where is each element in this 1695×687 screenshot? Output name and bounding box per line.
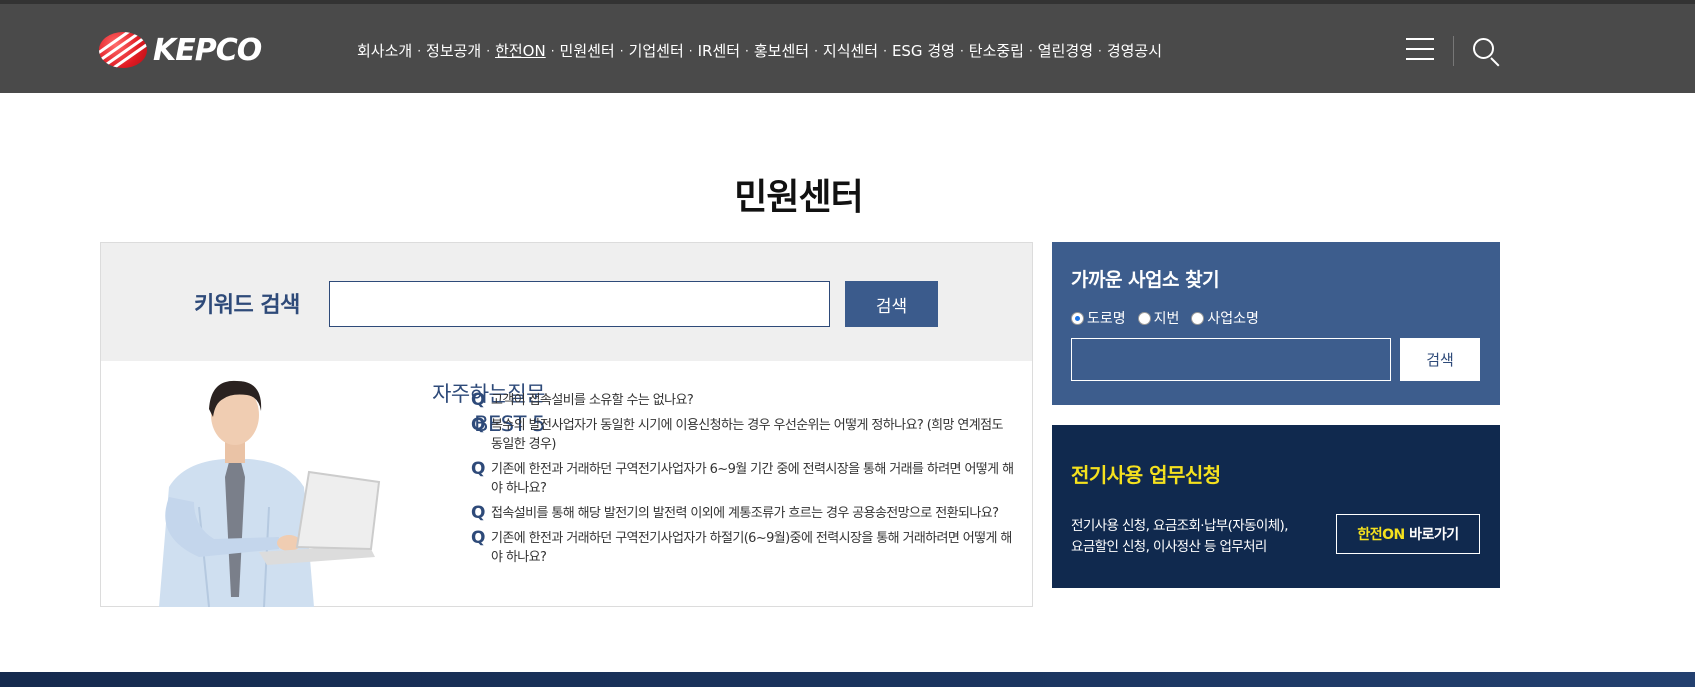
faq-question: 복수의 발전사업자가 동일한 시기에 이용신청하는 경우 우선순위는 어떻게 정… [491, 418, 1003, 452]
button-highlight-text: 한전ON [1357, 527, 1405, 543]
keyword-search-label: 키워드 검색 [194, 293, 300, 318]
radio-lot-number[interactable]: 지번 [1137, 308, 1180, 328]
q-icon: Q [471, 415, 485, 435]
keyword-faq-panel: 키워드 검색 검색 자주하는질문 BEST 5 Q 고객이 접속설비를 소유할 … [100, 242, 1033, 607]
kepco-logo[interactable]: KEPCO [99, 32, 262, 68]
q-icon: Q [471, 390, 485, 410]
faq-item[interactable]: Q 기존에 한전과 거래하던 구역전기사업자가 하절기(6~9월)중에 전력시장을… [471, 529, 1016, 567]
search-icon[interactable] [1473, 38, 1503, 68]
radio-label: 지번 [1153, 311, 1180, 327]
radio-label: 도로명 [1087, 311, 1126, 327]
radio-unchecked-icon[interactable] [1137, 311, 1151, 325]
kepco-logo-mark-icon [99, 32, 147, 68]
nav-item-kepco-on[interactable]: 한전ON [495, 40, 546, 61]
near-office-search-button[interactable]: 검색 [1400, 338, 1480, 381]
nav-separator: · [486, 43, 491, 58]
keyword-search-button[interactable]: 검색 [845, 281, 938, 327]
nav-item-carbon[interactable]: 탄소중립 [969, 40, 1024, 61]
electric-service-apply-panel: 전기사용 업무신청 전기사용 신청, 요금조회·납부(자동이체), 요금할인 신… [1052, 425, 1500, 588]
apply-description: 전기사용 신청, 요금조회·납부(자동이체), 요금할인 신청, 이사정산 등 … [1071, 516, 1331, 558]
near-office-title: 가까운 사업소 찾기 [1071, 269, 1220, 291]
nav-separator: · [417, 43, 422, 58]
nav-item-company[interactable]: 회사소개 [357, 40, 412, 61]
nav-separator: · [688, 43, 693, 58]
header-divider [1453, 36, 1454, 66]
nav-separator: · [1028, 43, 1033, 58]
hamburger-menu-icon[interactable] [1406, 38, 1434, 60]
radio-label: 사업소명 [1207, 311, 1259, 327]
nav-separator: · [619, 43, 624, 58]
nav-item-disclosure[interactable]: 정보공개 [426, 40, 481, 61]
nav-item-pr[interactable]: 홍보센터 [754, 40, 809, 61]
address-type-radio-group: 도로명 지번 사업소명 [1071, 308, 1271, 328]
global-nav: 회사소개 · 정보공개 · 한전ON · 민원센터 · 기업센터 · IR센터 … [357, 40, 1162, 61]
keyword-search-input[interactable] [329, 281, 830, 327]
nav-separator: · [883, 43, 887, 58]
nav-separator: · [1098, 43, 1102, 58]
radio-unchecked-icon[interactable] [1191, 311, 1205, 325]
logo-text: KEPCO [153, 32, 262, 68]
apply-desc-line2: 요금할인 신청, 이사정산 등 업무처리 [1071, 539, 1267, 555]
nav-item-civil[interactable]: 민원센터 [560, 40, 615, 61]
nav-separator: · [814, 43, 818, 58]
radio-road-name[interactable]: 도로명 [1071, 308, 1126, 328]
faq-question: 고객이 접속설비를 소유할 수는 없나요? [491, 393, 694, 408]
nav-item-knowledge[interactable]: 지식센터 [823, 40, 878, 61]
radio-office-name[interactable]: 사업소명 [1191, 308, 1259, 328]
faq-area: 자주하는질문 BEST 5 Q 고객이 접속설비를 소유할 수는 없나요? Q 복수… [101, 361, 1032, 607]
faq-question: 기존에 한전과 거래하던 구역전기사업자가 6~9월 기간 중에 전력시장을 통… [491, 462, 1014, 496]
faq-question: 기존에 한전과 거래하던 구역전기사업자가 하절기(6~9월)중에 전력시장을 … [491, 531, 1012, 565]
button-text: 바로가기 [1404, 527, 1459, 543]
keyword-search-area: 키워드 검색 검색 [101, 243, 1032, 361]
faq-item[interactable]: Q 복수의 발전사업자가 동일한 시기에 이용신청하는 경우 우선순위는 어떻게 … [471, 416, 1016, 454]
nav-separator: · [745, 43, 749, 58]
kepco-on-shortcut-button[interactable]: 한전ON 바로가기 [1336, 514, 1480, 554]
nav-separator: · [959, 43, 964, 58]
faq-item[interactable]: Q 기존에 한전과 거래하던 구역전기사업자가 6~9월 기간 중에 전력시장을 … [471, 460, 1016, 498]
nav-item-esg[interactable]: ESG 경영 [892, 40, 955, 61]
near-office-search-input[interactable] [1071, 338, 1391, 381]
q-icon: Q [471, 528, 485, 548]
apply-desc-line1: 전기사용 신청, 요금조회·납부(자동이체), [1071, 518, 1289, 534]
nav-separator: · [550, 43, 555, 58]
page-title: 민원센터 [734, 177, 863, 218]
radio-checked-icon[interactable] [1071, 311, 1084, 325]
faq-list: Q 고객이 접속설비를 소유할 수는 없나요? Q 복수의 발전사업자가 동일한 시… [471, 391, 1016, 573]
footer-banner-strip [0, 672, 1695, 687]
apply-title: 전기사용 업무신청 [1071, 463, 1221, 487]
faq-item[interactable]: Q 접속설비를 통해 해당 발전기의 발전력 이외에 계통조류가 흐르는 경우 공… [471, 504, 1016, 523]
faq-question: 접속설비를 통해 해당 발전기의 발전력 이외에 계통조류가 흐르는 경우 공용… [491, 506, 999, 521]
nav-item-ir[interactable]: IR센터 [698, 40, 740, 61]
faq-item[interactable]: Q 고객이 접속설비를 소유할 수는 없나요? [471, 391, 1016, 410]
nav-item-open-mgmt[interactable]: 열린경영 [1038, 40, 1093, 61]
near-office-panel: 가까운 사업소 찾기 도로명 지번 사업소명 검색 [1052, 242, 1500, 405]
top-header: KEPCO 회사소개 · 정보공개 · 한전ON · 민원센터 · 기업센터 ·… [0, 0, 1695, 93]
q-icon: Q [471, 503, 485, 523]
q-icon: Q [471, 459, 485, 479]
nav-item-business[interactable]: 기업센터 [629, 40, 684, 61]
nav-item-mgmt-disclosure[interactable]: 경영공시 [1107, 40, 1162, 61]
